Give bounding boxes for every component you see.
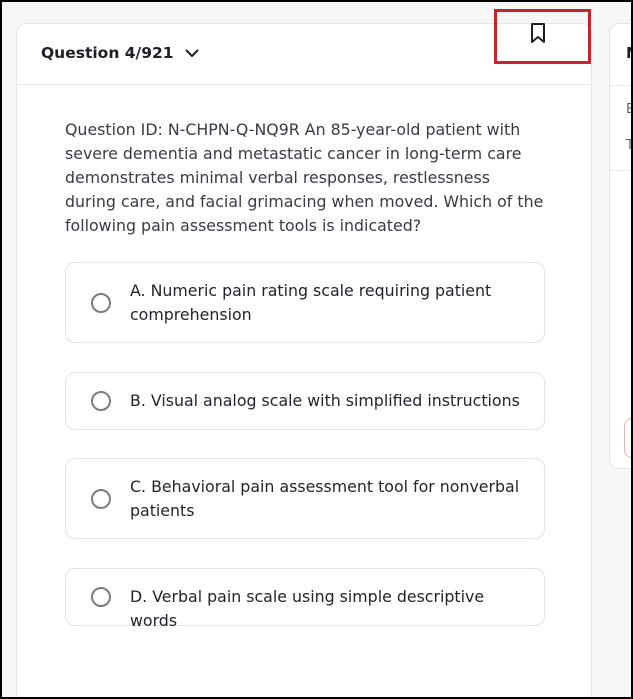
question-counter-label: Question 4/921: [41, 44, 174, 62]
option-c[interactable]: C. Behavioral pain assessment tool for n…: [65, 458, 545, 539]
radio-option-a[interactable]: [91, 293, 111, 313]
option-d-label: D. Verbal pain scale using simple descri…: [130, 587, 485, 630]
bookmark-icon: [530, 22, 545, 43]
screenshot-frame: Question 4/921 Question ID: N-CHPN-Q-NQ9…: [0, 0, 633, 699]
option-b-label: B. Visual analog scale with simplified i…: [130, 391, 520, 410]
option-d[interactable]: D. Verbal pain scale using simple descri…: [65, 568, 545, 630]
side-panel-divider: [610, 85, 631, 86]
radio-option-d[interactable]: [91, 587, 111, 607]
side-panel-line-2: T: [626, 138, 631, 153]
option-a-label: A. Numeric pain rating scale requiring p…: [130, 281, 492, 324]
chevron-down-icon: [185, 49, 199, 57]
option-a[interactable]: A. Numeric pain rating scale requiring p…: [65, 262, 545, 343]
side-panel-line-1: E: [626, 102, 631, 117]
side-panel-button[interactable]: [624, 418, 631, 458]
question-selector[interactable]: Question 4/921: [41, 44, 200, 62]
radio-option-b[interactable]: [91, 391, 111, 411]
bookmark-button[interactable]: [494, 9, 591, 64]
side-panel: N E T: [609, 23, 631, 469]
radio-option-c[interactable]: [91, 489, 111, 509]
side-panel-divider-2: [610, 170, 631, 171]
question-card: Question 4/921 Question ID: N-CHPN-Q-NQ9…: [16, 23, 592, 697]
option-c-label: C. Behavioral pain assessment tool for n…: [130, 477, 520, 520]
side-panel-title: N: [626, 44, 631, 62]
question-text: Question ID: N-CHPN-Q-NQ9R An 85-year-ol…: [65, 120, 544, 235]
option-b[interactable]: B. Visual analog scale with simplified i…: [65, 372, 545, 430]
